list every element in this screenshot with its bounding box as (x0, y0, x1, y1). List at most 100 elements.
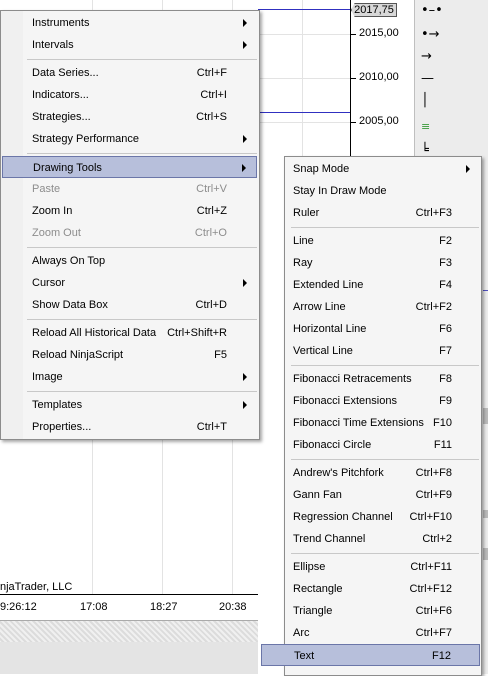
menu-item-andrew-s-pitchfork[interactable]: Andrew's Pitchfork Ctrl+F8 (261, 462, 480, 484)
menu-item-label: Zoom In (32, 205, 73, 217)
menu-item-shortcut: Ctrl+I (200, 89, 227, 101)
menu-item-fibonacci-time-extensions[interactable]: Fibonacci Time Extensions F10 (261, 412, 480, 434)
menu-item-stay-in-draw-mode[interactable]: Stay In Draw Mode (261, 180, 480, 202)
chart-context-menu: Instruments Intervals Data Series... Ctrl+F… (0, 10, 260, 440)
menu-item-zoom-in[interactable]: Zoom In Ctrl+Z (2, 200, 257, 222)
menu-item-reload-ninjascript[interactable]: Reload NinjaScript F5 (2, 344, 257, 366)
menu-item-ruler[interactable]: Ruler Ctrl+F3 (261, 202, 480, 224)
time-label: 20:38 (219, 601, 247, 613)
menu-item-shortcut: Ctrl+S (196, 111, 227, 123)
scroll-handle[interactable] (483, 548, 488, 560)
menu-item-ellipse[interactable]: Ellipse Ctrl+F11 (261, 556, 480, 578)
horizontal-line-icon[interactable]: — (421, 72, 434, 85)
submenu-arrow-icon (243, 279, 247, 287)
arrow-line-icon[interactable]: → (421, 50, 432, 63)
menu-item-line[interactable]: Line F2 (261, 230, 480, 252)
time-label: 18:27 (150, 601, 178, 613)
menu-item-strategies[interactable]: Strategies... Ctrl+S (2, 106, 257, 128)
menu-item-strategy-performance[interactable]: Strategy Performance (2, 128, 257, 150)
price-label: 2005,00 (359, 115, 399, 127)
menu-item-label: Show Data Box (32, 299, 108, 311)
menu-item-shortcut: Ctrl+F12 (409, 583, 453, 595)
fibonacci-icon[interactable]: ≡ (421, 120, 430, 133)
menu-item-cursor[interactable]: Cursor (2, 272, 257, 294)
scroll-handle[interactable] (483, 510, 488, 518)
submenu-arrow-icon (243, 373, 247, 381)
menu-item-label: Fibonacci Retracements (293, 373, 412, 385)
menu-item-fibonacci-circle[interactable]: Fibonacci Circle F11 (261, 434, 480, 456)
chart-scroll-area[interactable] (0, 620, 258, 643)
vertical-line-icon[interactable]: │ (421, 94, 429, 107)
menu-item-reload-all-historical-data[interactable]: Reload All Historical Data Ctrl+Shift+R (2, 322, 257, 344)
menu-item-vertical-line[interactable]: Vertical Line F7 (261, 340, 480, 362)
menu-item-shortcut: Ctrl+V (196, 183, 227, 195)
menu-item-rectangle[interactable]: Rectangle Ctrl+F12 (261, 578, 480, 600)
submenu-arrow-icon (243, 19, 247, 27)
ray-icon[interactable]: •→ (421, 28, 440, 41)
menu-item-shortcut: F10 (433, 417, 452, 429)
menu-item-image[interactable]: Image (2, 366, 257, 388)
time-label: 9:26:12 (0, 601, 37, 613)
menu-item-extended-line[interactable]: Extended Line F4 (261, 274, 480, 296)
menu-item-shortcut: F4 (439, 279, 452, 291)
menu-item-zoom-out[interactable]: Zoom Out Ctrl+O (2, 222, 257, 244)
menu-separator (27, 59, 257, 60)
menu-separator (291, 459, 479, 460)
menu-item-shortcut: F6 (439, 323, 452, 335)
menu-item-fibonacci-extensions[interactable]: Fibonacci Extensions F9 (261, 390, 480, 412)
menu-item-label: Rectangle (293, 583, 343, 595)
status-area (0, 642, 258, 674)
submenu-arrow-icon (242, 164, 246, 172)
menu-item-label: Paste (32, 183, 61, 195)
menu-item-label: Text (294, 650, 315, 662)
scroll-handle[interactable] (483, 408, 488, 424)
menu-item-intervals[interactable]: Intervals (2, 34, 257, 56)
menu-item-triangle[interactable]: Triangle Ctrl+F6 (261, 600, 480, 622)
menu-item-paste[interactable]: Paste Ctrl+V (2, 178, 257, 200)
menu-item-instruments[interactable]: Instruments (2, 12, 257, 34)
menu-item-label: Always On Top (32, 255, 106, 267)
menu-item-label: Image (32, 371, 63, 383)
menu-item-label: Triangle (293, 605, 333, 617)
menu-item-snap-mode[interactable]: Snap Mode (261, 158, 480, 180)
menu-item-shortcut: Ctrl+F3 (415, 207, 452, 219)
menu-item-label: Regression Channel (293, 511, 393, 523)
menu-item-shortcut: Ctrl+F10 (409, 511, 453, 523)
price-label: 2015,00 (359, 27, 399, 39)
menu-item-indicators[interactable]: Indicators... Ctrl+I (2, 84, 257, 106)
menu-item-shortcut: Ctrl+F2 (415, 301, 452, 313)
menu-item-shortcut: Ctrl+F11 (410, 561, 452, 573)
menu-item-data-series[interactable]: Data Series... Ctrl+F (2, 62, 257, 84)
menu-item-label: Fibonacci Circle (293, 439, 372, 451)
menu-item-arc[interactable]: Arc Ctrl+F7 (261, 622, 480, 644)
menu-item-label: Intervals (32, 39, 74, 51)
price-tick (351, 78, 356, 79)
menu-item-label: Ellipse (293, 561, 326, 573)
menu-item-show-data-box[interactable]: Show Data Box Ctrl+D (2, 294, 257, 316)
menu-item-gann-fan[interactable]: Gann Fan Ctrl+F9 (261, 484, 480, 506)
menu-item-shortcut: Ctrl+F7 (415, 627, 452, 639)
menu-item-trend-channel[interactable]: Trend Channel Ctrl+2 (261, 528, 480, 550)
current-price-marker: 2017,75 (351, 3, 397, 17)
line-dots-icon[interactable]: •–• (421, 4, 443, 17)
menu-item-shortcut: Ctrl+F9 (415, 489, 452, 501)
menu-item-always-on-top[interactable]: Always On Top (2, 250, 257, 272)
menu-item-text[interactable]: Text F12 (261, 644, 480, 666)
menu-item-drawing-tools[interactable]: Drawing Tools (2, 156, 257, 178)
menu-item-regression-channel[interactable]: Regression Channel Ctrl+F10 (261, 506, 480, 528)
menu-item-label: Data Series... (32, 67, 99, 79)
menu-item-shortcut: Ctrl+2 (422, 533, 452, 545)
menu-item-label: Drawing Tools (33, 162, 102, 174)
menu-item-shortcut: Ctrl+Z (196, 205, 227, 217)
menu-item-ray[interactable]: Ray F3 (261, 252, 480, 274)
menu-item-templates[interactable]: Templates (2, 394, 257, 416)
menu-item-label: Instruments (32, 17, 90, 29)
price-tick (351, 34, 356, 35)
price-line (483, 290, 488, 291)
menu-item-properties[interactable]: Properties... Ctrl+T (2, 416, 257, 438)
menu-separator (27, 319, 257, 320)
menu-item-horizontal-line[interactable]: Horizontal Line F6 (261, 318, 480, 340)
menu-item-label: Properties... (32, 421, 92, 433)
menu-item-fibonacci-retracements[interactable]: Fibonacci Retracements F8 (261, 368, 480, 390)
menu-item-arrow-line[interactable]: Arrow Line Ctrl+F2 (261, 296, 480, 318)
